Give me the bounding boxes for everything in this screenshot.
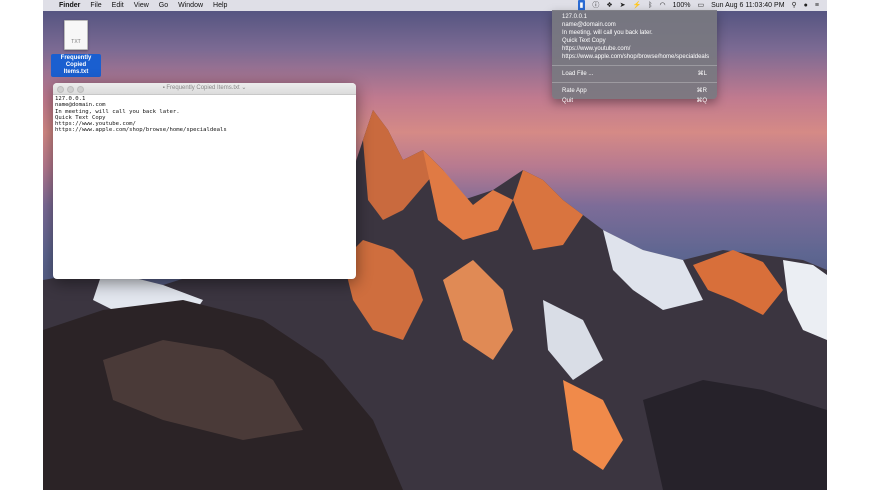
menu-edit[interactable]: Edit	[112, 0, 124, 11]
search-icon[interactable]: ⚲	[792, 0, 797, 11]
zoom-button[interactable]	[77, 86, 84, 93]
menu-view[interactable]: View	[134, 0, 149, 11]
load-file-item[interactable]: Load File ... ⌘L	[552, 69, 717, 79]
file-label-line1: Frequently Copied	[60, 55, 92, 68]
clip-item[interactable]: In meeting, will call you back later.	[562, 29, 707, 37]
text-file-icon: TXT	[64, 20, 88, 50]
menu-help[interactable]: Help	[213, 0, 227, 11]
clock[interactable]: Sun Aug 6 11:03:40 PM	[711, 0, 784, 11]
menu-file[interactable]: File	[90, 0, 101, 11]
clip-item[interactable]: https://www.youtube.com/	[562, 45, 707, 53]
desktop: Finder File Edit View Go Window Help ▮ ⓘ…	[43, 0, 827, 490]
doc-line: https://www.apple.com/shop/browse/home/s…	[55, 127, 227, 134]
window-title: Frequently Copied Items.txt	[166, 85, 240, 91]
file-label-line2: Items.txt	[63, 69, 89, 75]
menu-window[interactable]: Window	[178, 0, 203, 11]
menu-go[interactable]: Go	[159, 0, 168, 11]
user-icon[interactable]: ●	[804, 0, 808, 11]
file-type-label: TXT	[71, 39, 81, 45]
clipboard-dropdown-menu[interactable]: 127.0.0.1 name@domain.com In meeting, wi…	[552, 10, 717, 104]
menu-separator	[552, 81, 717, 83]
clip-item[interactable]: Quick Text Copy	[562, 37, 707, 45]
close-button[interactable]	[57, 86, 64, 93]
clip-item[interactable]: https://www.apple.com/shop/browse/home/s…	[562, 53, 709, 61]
notification-center-icon[interactable]: ≡	[815, 0, 819, 11]
rate-app-label: Rate App	[562, 87, 587, 94]
document-text[interactable]: 127.0.0.1 name@domain.com In meeting, wi…	[53, 95, 356, 135]
chevron-down-icon[interactable]: ⌄	[240, 85, 246, 91]
rate-app-shortcut: ⌘R	[696, 87, 707, 94]
clip-item[interactable]: name@domain.com	[562, 21, 707, 29]
rate-app-item[interactable]: Rate App ⌘R	[552, 86, 717, 96]
load-file-label: Load File ...	[562, 70, 594, 77]
menu-separator	[552, 64, 717, 66]
quit-label: Quit	[562, 97, 574, 104]
menu-app-name[interactable]: Finder	[59, 0, 80, 11]
desktop-file-label: Frequently Copied Items.txt	[51, 54, 101, 77]
window-titlebar[interactable]: ▪ Frequently Copied Items.txt ⌄	[53, 83, 356, 95]
minimize-button[interactable]	[67, 86, 74, 93]
quit-item[interactable]: Quit ⌘Q	[552, 96, 717, 106]
desktop-file-icon[interactable]: TXT Frequently Copied Items.txt	[51, 20, 101, 77]
textedit-window[interactable]: ▪ Frequently Copied Items.txt ⌄ 127.0.0.…	[53, 83, 356, 279]
load-file-shortcut: ⌘L	[697, 70, 707, 77]
clip-item[interactable]: 127.0.0.1	[562, 13, 707, 21]
quit-shortcut: ⌘Q	[696, 97, 707, 104]
